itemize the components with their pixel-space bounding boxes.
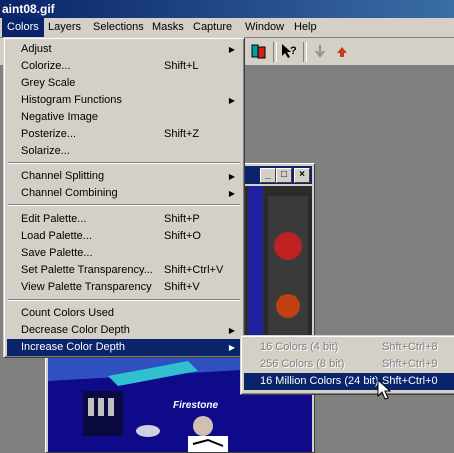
menu-item-increase-color-depth[interactable]: Increase Color Depth ▶ (7, 339, 241, 356)
increase-color-depth-submenu: 16 Colors (4 bit) Shft+Ctrl+8 256 Colors … (240, 335, 454, 395)
colors-menu: Adjust ▶ Colorize... Shift+L Grey Scale Hi… (3, 37, 245, 358)
menu-item-posterize[interactable]: Posterize... Shift+Z (7, 126, 241, 143)
menu-item-solarize[interactable]: Solarize... (7, 143, 241, 160)
submenu-item-16-million-colors[interactable]: 16 Million Colors (24 bit) Shft+Ctrl+0 (244, 373, 454, 390)
svg-text:?: ? (290, 45, 297, 57)
minimize-icon[interactable]: _ (260, 168, 276, 183)
menu-separator (8, 204, 240, 206)
maximize-icon[interactable]: □ (276, 168, 292, 183)
menu-item-view-palette-transparency[interactable]: View Palette Transparency Shift+V (7, 279, 241, 296)
mouse-pointer-icon (377, 378, 392, 401)
menu-item-set-palette-transparency[interactable]: Set Palette Transparency... Shift+Ctrl+V (7, 262, 241, 279)
help-pointer-icon[interactable]: ? (280, 42, 298, 60)
menu-bar: Colors Layers Selections Masks Capture W… (0, 18, 454, 38)
menu-selections[interactable]: Selections (88, 18, 149, 37)
arrow-down-icon[interactable] (311, 42, 329, 60)
palette-icon[interactable] (250, 42, 268, 60)
menu-item-edit-palette[interactable]: Edit Palette... Shift+P (7, 211, 241, 228)
menu-separator (8, 299, 240, 301)
menu-capture[interactable]: Capture (188, 18, 237, 37)
toolbar-separator (273, 42, 277, 62)
menu-item-negative-image[interactable]: Negative Image (7, 109, 241, 126)
menu-layers[interactable]: Layers (43, 18, 86, 37)
menu-window[interactable]: Window (240, 18, 289, 37)
menu-item-decrease-color-depth[interactable]: Decrease Color Depth ▶ (7, 322, 241, 339)
menu-colors[interactable]: Colors (2, 18, 44, 37)
menu-item-adjust[interactable]: Adjust ▶ (7, 41, 241, 58)
menu-item-save-palette[interactable]: Save Palette... (7, 245, 241, 262)
arrow-up-icon[interactable] (333, 42, 351, 60)
menu-item-grey-scale[interactable]: Grey Scale (7, 75, 241, 92)
menu-separator (8, 162, 240, 164)
menu-item-channel-combining[interactable]: Channel Combining ▶ (7, 185, 241, 202)
submenu-item-256-colors[interactable]: 256 Colors (8 bit) Shft+Ctrl+9 (244, 356, 454, 373)
close-icon[interactable]: × (294, 168, 310, 183)
menu-item-histogram-functions[interactable]: Histogram Functions ▶ (7, 92, 241, 109)
menu-item-channel-splitting[interactable]: Channel Splitting ▶ (7, 168, 241, 185)
menu-help[interactable]: Help (289, 18, 322, 37)
window-title: aint08.gif (2, 2, 55, 16)
toolbar-separator (303, 42, 307, 62)
menu-item-load-palette[interactable]: Load Palette... Shift+O (7, 228, 241, 245)
menu-item-count-colors-used[interactable]: Count Colors Used (7, 305, 241, 322)
menu-masks[interactable]: Masks (147, 18, 189, 37)
app-title-bar: aint08.gif (0, 0, 454, 18)
submenu-item-16-colors[interactable]: 16 Colors (4 bit) Shft+Ctrl+8 (244, 339, 454, 356)
canvas-brand-text: Firestone (173, 400, 218, 411)
menu-item-colorize[interactable]: Colorize... Shift+L (7, 58, 241, 75)
